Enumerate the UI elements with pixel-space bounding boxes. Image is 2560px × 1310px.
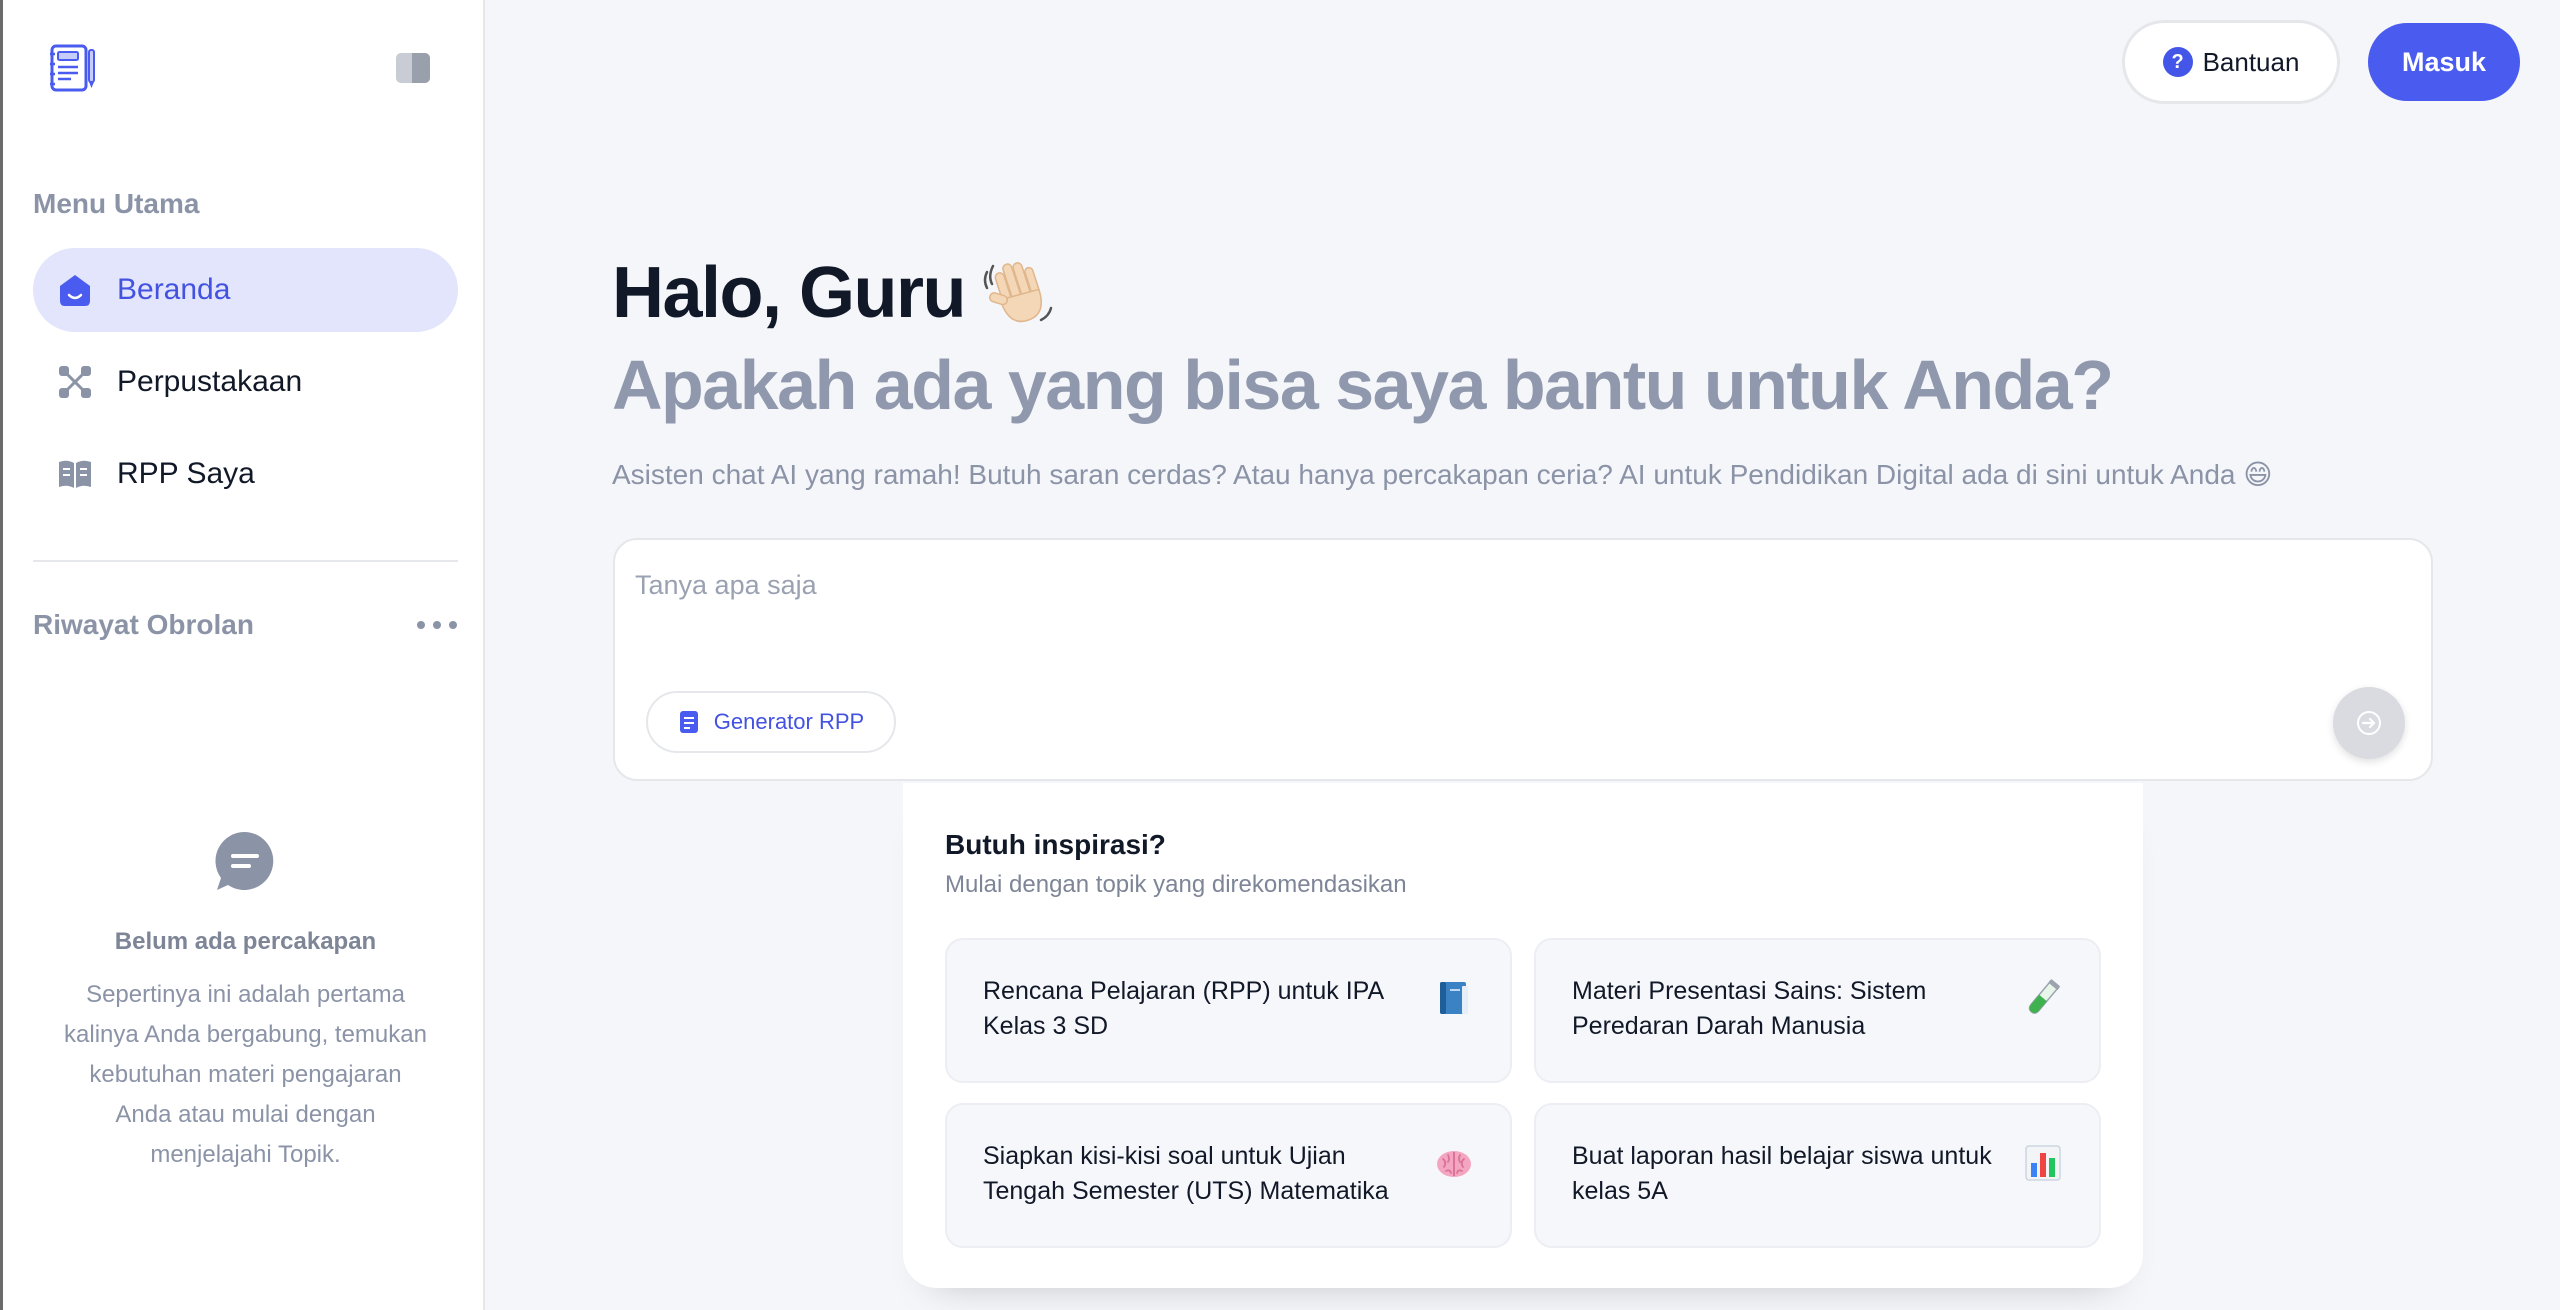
- more-options-icon[interactable]: [417, 612, 457, 638]
- inspiration-title: Butuh inspirasi?: [945, 829, 1166, 860]
- help-button-label: Bantuan: [2202, 46, 2300, 77]
- brain-icon: [1434, 1143, 1474, 1183]
- home-icon: [55, 270, 95, 310]
- login-button[interactable]: Masuk: [2368, 23, 2520, 101]
- suggestion-card[interactable]: Rencana Pelajaran (RPP) untuk IPA Kelas …: [945, 938, 1512, 1083]
- document-icon: [679, 711, 698, 733]
- generator-rpp-button[interactable]: Generator RPP: [646, 691, 896, 753]
- sidebar-item-label: RPP Saya: [117, 457, 255, 490]
- sidebar-item-label: Perpustakaan: [117, 365, 303, 398]
- waving-hand-icon: [979, 254, 1057, 332]
- sidebar: Menu Utama Beranda Perpustakaan RPP Saya…: [0, 0, 485, 1310]
- sidebar-item-beranda[interactable]: Beranda: [33, 248, 458, 332]
- app-logo-icon[interactable]: [47, 42, 97, 96]
- sidebar-divider: [33, 560, 458, 562]
- suggestion-text: Buat laporan hasil belajar siswa untuk k…: [1572, 1142, 1992, 1205]
- send-button[interactable]: [2333, 687, 2405, 759]
- hero-tagline: Asisten chat AI yang ramah! Butuh saran …: [612, 459, 2273, 490]
- bar-chart-icon: [2023, 1143, 2063, 1183]
- suggestion-text: Siapkan kisi-kisi soal untuk Ujian Tenga…: [983, 1142, 1389, 1205]
- sidebar-item-perpustakaan[interactable]: Perpustakaan: [33, 340, 458, 424]
- chat-composer: Generator RPP: [613, 538, 2433, 781]
- inspiration-subtitle: Mulai dengan topik yang direkomendasikan: [945, 871, 1407, 898]
- arrow-right-icon: [2357, 711, 2381, 735]
- empty-state-title: Belum ada percakapan: [114, 928, 377, 955]
- suggestion-text: Materi Presentasi Sains: Sistem Peredara…: [1572, 977, 1927, 1040]
- sidebar-item-label: Beranda: [117, 273, 231, 306]
- sidebar-item-rpp-saya[interactable]: RPP Saya: [33, 432, 458, 516]
- generator-rpp-label: Generator RPP: [713, 709, 865, 734]
- suggestion-text: Rencana Pelajaran (RPP) untuk IPA Kelas …: [983, 977, 1383, 1040]
- chat-bubble-icon: [214, 830, 276, 892]
- sidebar-toggle-icon[interactable]: [395, 52, 431, 84]
- chat-input[interactable]: [635, 560, 2335, 610]
- empty-state-text: Sepertinya ini adalah pertama kalinya An…: [64, 981, 427, 1168]
- book-open-icon: [55, 454, 95, 494]
- book-icon: [1434, 978, 1474, 1018]
- question-icon: ?: [2162, 47, 2193, 77]
- greeting-heading: Halo, Guru: [612, 252, 1057, 334]
- suggestion-card[interactable]: Materi Presentasi Sains: Sistem Peredara…: [1534, 938, 2101, 1083]
- help-button[interactable]: ? Bantuan: [2122, 20, 2340, 104]
- inspiration-panel: Butuh inspirasi? Mulai dengan topik yang…: [903, 783, 2143, 1288]
- menu-section-title: Menu Utama: [33, 188, 200, 219]
- history-section-title: Riwayat Obrolan: [33, 609, 254, 640]
- greeting-text: Halo, Guru: [612, 253, 967, 333]
- hero-subheading: Apakah ada yang bisa saya bantu untuk An…: [612, 346, 2114, 424]
- test-tube-icon: [2023, 978, 2063, 1018]
- suggestion-card[interactable]: Buat laporan hasil belajar siswa untuk k…: [1534, 1103, 2101, 1248]
- suggestion-card[interactable]: Siapkan kisi-kisi soal untuk Ujian Tenga…: [945, 1103, 1512, 1248]
- library-icon: [55, 362, 95, 402]
